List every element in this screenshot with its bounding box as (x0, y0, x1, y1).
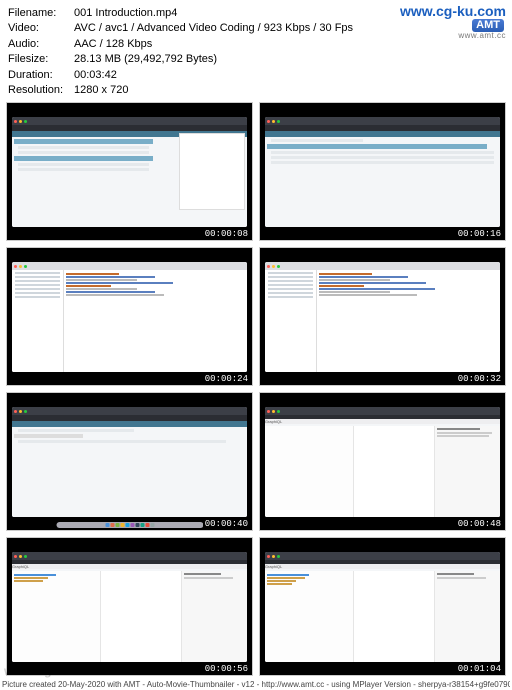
timestamp: 00:00:08 (203, 229, 250, 239)
timestamp: 00:00:48 (456, 519, 503, 529)
graphiql-title: GraphiQL (265, 419, 282, 424)
watermark-sub: www.amt.cc (400, 32, 506, 40)
thumbnail-1: 00:00:08 (6, 102, 253, 241)
label-video: Video: (8, 21, 74, 36)
thumbnail-7: GraphiQL 00:00:56 (6, 537, 253, 676)
label-duration: Duration: (8, 68, 74, 83)
footer-generator-line: Picture created 20-May-2020 with AMT - A… (2, 680, 510, 689)
label-filesize: Filesize: (8, 52, 74, 67)
watermark-bottom-left: www.cg-ku.com (4, 664, 101, 678)
value-audio: AAC / 128 Kbps (74, 37, 152, 52)
thumbnail-grid: 00:00:08 00:00:16 (0, 102, 512, 690)
timestamp: 00:00:40 (203, 519, 250, 529)
timestamp: 00:00:24 (203, 374, 250, 384)
code-editor (64, 270, 247, 372)
thumbnail-5: 00:00:40 (6, 392, 253, 531)
value-video: AVC / avc1 / Advanced Video Coding / 923… (74, 21, 353, 36)
timestamp: 00:00:32 (456, 374, 503, 384)
thumbnail-2: 00:00:16 (259, 102, 506, 241)
watermark-main: www.cg-ku.com (400, 4, 506, 18)
value-filename: 001 Introduction.mp4 (74, 6, 177, 21)
thumbnail-6: GraphiQL 00:00:48 (259, 392, 506, 531)
timestamp: 00:00:16 (456, 229, 503, 239)
screen (12, 117, 247, 227)
watermark-top: www.cg-ku.com AMT www.amt.cc (400, 4, 506, 40)
timestamp: 00:00:56 (203, 664, 250, 674)
value-duration: 00:03:42 (74, 68, 117, 83)
label-resolution: Resolution: (8, 83, 74, 98)
thumbnail-3: 00:00:24 (6, 247, 253, 386)
thumbnail-8: GraphiQL 00:01:04 (259, 537, 506, 676)
thumbnail-4: 00:00:32 (259, 247, 506, 386)
value-resolution: 1280 x 720 (74, 83, 128, 98)
timestamp: 00:01:04 (456, 664, 503, 674)
file-tree (12, 270, 64, 372)
label-audio: Audio: (8, 37, 74, 52)
macos-dock (56, 522, 203, 528)
value-filesize: 28.13 MB (29,492,792 Bytes) (74, 52, 217, 67)
label-filename: Filename: (8, 6, 74, 21)
